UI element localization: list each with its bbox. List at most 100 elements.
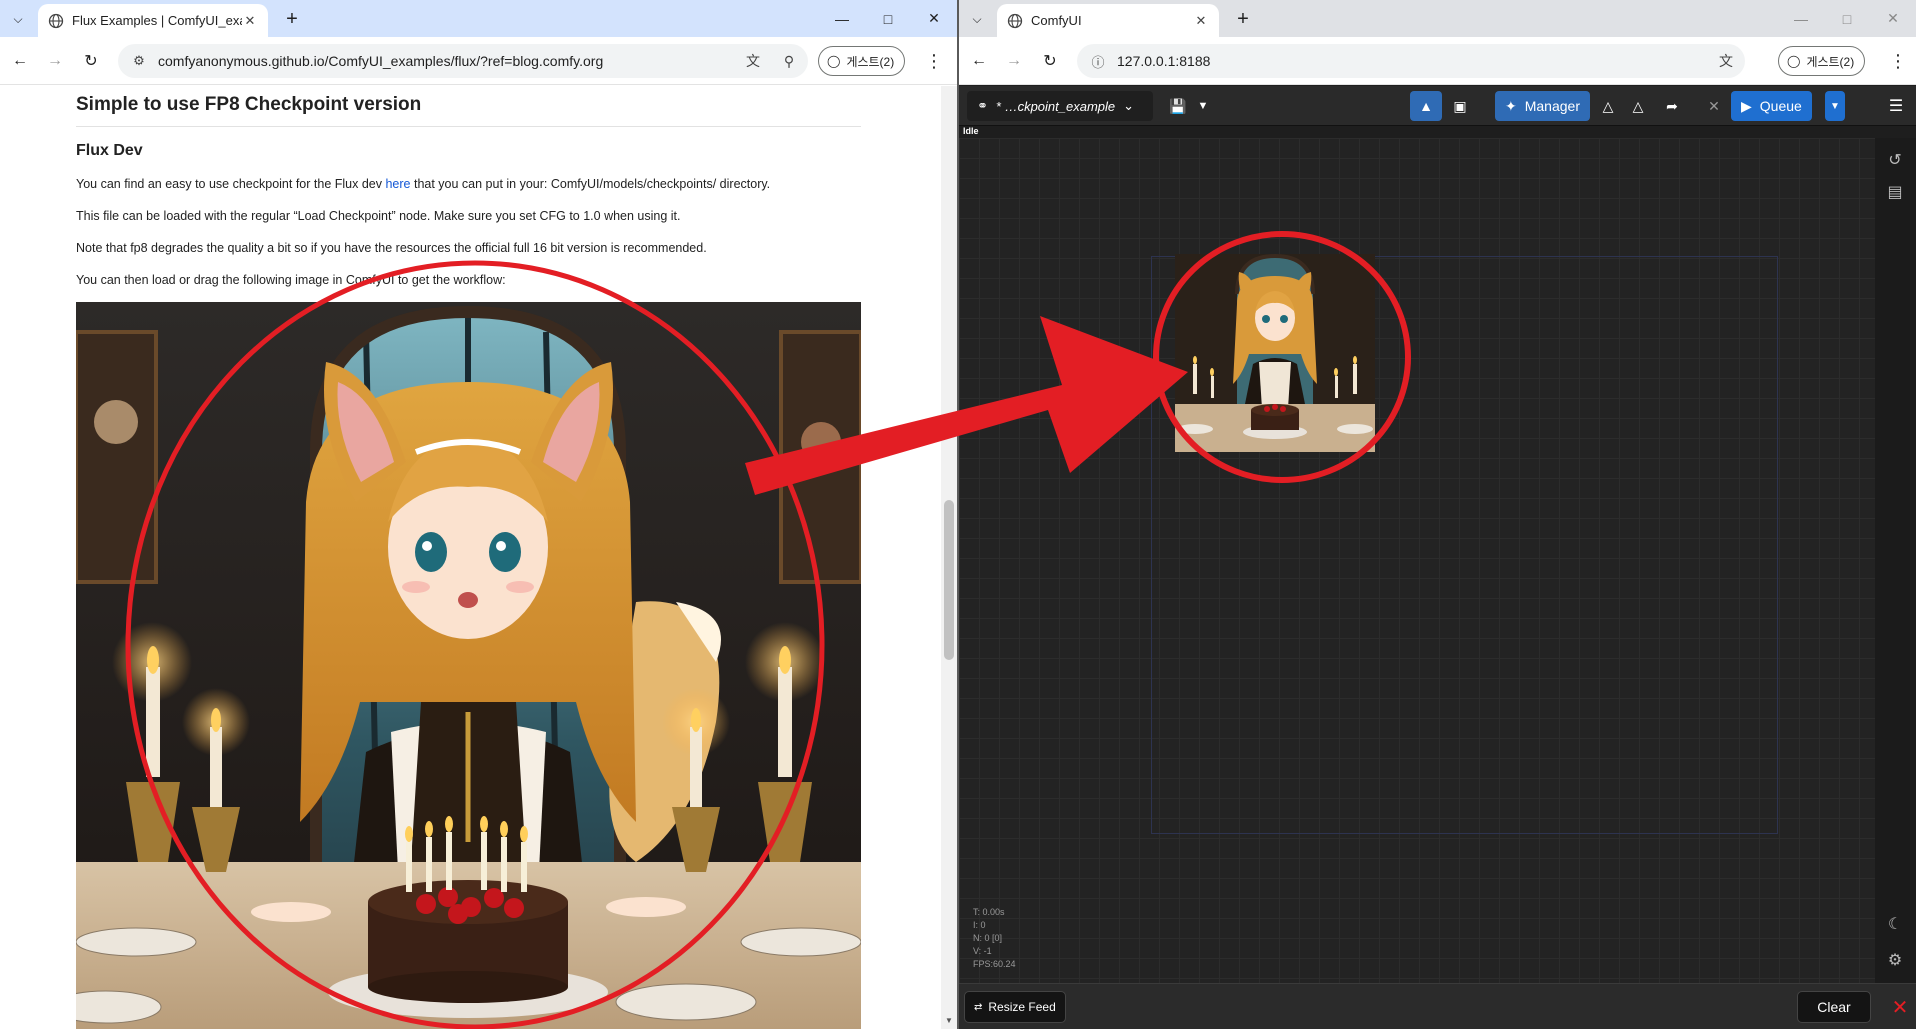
- address-bar[interactable]: ⚙ comfyanonymous.github.io/ComfyUI_examp…: [118, 44, 808, 78]
- close-icon[interactable]: ✕: [1884, 991, 1916, 1023]
- canvas-image-preview[interactable]: [1175, 254, 1375, 452]
- page-heading: Simple to use FP8 Checkpoint version: [76, 94, 861, 127]
- chevron-down-icon[interactable]: ▼: [1825, 91, 1845, 121]
- minimize-icon[interactable]: —: [1778, 0, 1824, 37]
- resize-feed-button[interactable]: ⇄ Resize Feed: [964, 991, 1066, 1023]
- stat-v: V: -1: [973, 946, 992, 956]
- scroll-down-icon[interactable]: ▼: [945, 1016, 953, 1025]
- tab-strip: ⌵ Flux Examples | ComfyUI_exam ✕ + — □ ✕: [0, 0, 957, 37]
- bookmark-icon[interactable]: ▣: [1447, 91, 1473, 121]
- node-canvas[interactable]: T: 0.00s I: 0 N: 0 [0] V: -1 FPS:60.24: [959, 138, 1875, 983]
- translate-icon[interactable]: 文: [1715, 50, 1737, 72]
- tab-dropdown-icon[interactable]: ⌵: [965, 7, 989, 31]
- save-icon[interactable]: 💾: [1165, 91, 1191, 121]
- plus-icon[interactable]: +: [280, 7, 304, 31]
- puzzle-icon: ✦: [1505, 97, 1517, 114]
- stat-time: T: 0.00s: [973, 907, 1005, 917]
- tab-title: Flux Examples | ComfyUI_exam: [72, 13, 242, 28]
- forward-icon[interactable]: →: [1002, 49, 1026, 73]
- workflow-example-image[interactable]: [76, 302, 861, 1029]
- close-icon[interactable]: ✕: [911, 0, 957, 37]
- here-link[interactable]: here: [385, 177, 410, 191]
- manager-button[interactable]: ✦ Manager: [1495, 91, 1590, 121]
- minimize-icon[interactable]: —: [819, 0, 865, 37]
- comfy-side-toolbar: ↺ ▤ ☾ ⚙: [1875, 138, 1916, 983]
- status-text: Idle: [963, 126, 979, 136]
- moon-icon[interactable]: ☾: [1885, 914, 1905, 934]
- paragraph-4: You can then load or drag the following …: [76, 273, 506, 287]
- queue-button[interactable]: ▶ Queue: [1731, 91, 1812, 121]
- close-icon[interactable]: ✕: [1701, 91, 1727, 121]
- forward-icon[interactable]: →: [43, 49, 67, 73]
- kebab-icon[interactable]: ⋮: [1886, 49, 1910, 73]
- tab-comfyui[interactable]: ComfyUI ✕: [997, 4, 1219, 37]
- close-icon[interactable]: ✕: [1193, 13, 1209, 29]
- info-icon[interactable]: ⓘ: [1089, 52, 1107, 70]
- model-icon[interactable]: △: [1595, 91, 1621, 121]
- chevron-down-icon[interactable]: ⌄: [1123, 98, 1134, 114]
- profile-label: 게스트(2): [1806, 54, 1855, 69]
- right-browser-window: ⌵ ComfyUI ✕ + — □ ✕ ← → ↻ ⓘ 127.0.0.1:81…: [959, 0, 1916, 1029]
- address-bar[interactable]: ⓘ 127.0.0.1:8188 文: [1077, 44, 1745, 78]
- tab-flux-examples[interactable]: Flux Examples | ComfyUI_exam ✕: [38, 4, 268, 37]
- resize-feed-label: Resize Feed: [988, 1000, 1056, 1014]
- list-icon[interactable]: ▤: [1885, 182, 1905, 202]
- globe-icon: [1007, 13, 1023, 29]
- window-controls: — □ ✕: [819, 0, 957, 37]
- manager-label: Manager: [1524, 98, 1580, 114]
- paragraph-3: Note that fp8 degrades the quality a bit…: [76, 241, 707, 255]
- back-icon[interactable]: ←: [967, 49, 991, 73]
- reload-icon[interactable]: ↻: [1038, 49, 1062, 73]
- workflow-tab[interactable]: ⚭ * …ckpoint_example ⌄: [967, 91, 1153, 121]
- clear-button[interactable]: Clear: [1797, 991, 1871, 1023]
- chevron-down-icon[interactable]: ▼: [1193, 91, 1213, 121]
- comfy-menubar: ⚭ * …ckpoint_example ⌄ 💾 ▼ ▲ ▣ ✦ Manager…: [959, 86, 1916, 126]
- profile-icon: ◯: [827, 54, 841, 68]
- url-text: comfyanonymous.github.io/ComfyUI_example…: [158, 53, 604, 69]
- window-controls: — □ ✕: [1778, 0, 1916, 37]
- history-icon[interactable]: ↺: [1885, 150, 1905, 170]
- page-content: Simple to use FP8 Checkpoint version Flu…: [0, 86, 941, 1029]
- share-icon: ⚭: [977, 98, 988, 113]
- maximize-icon[interactable]: □: [1824, 0, 1870, 37]
- zoom-icon[interactable]: ⚲: [778, 50, 800, 72]
- tab-dropdown-icon[interactable]: ⌵: [6, 7, 30, 31]
- close-icon[interactable]: ✕: [242, 13, 258, 29]
- translate-icon[interactable]: 文: [742, 50, 764, 72]
- profile-icon: ◯: [1787, 54, 1801, 68]
- left-browser-window: ⌵ Flux Examples | ComfyUI_exam ✕ + — □ ✕…: [0, 0, 957, 1029]
- comfy-bottom-bar: ⇄ Resize Feed Clear ✕: [959, 983, 1916, 1029]
- play-icon: ▶: [1741, 97, 1752, 114]
- kebab-icon[interactable]: ⋮: [922, 49, 946, 73]
- tab-strip: ⌵ ComfyUI ✕ + — □ ✕: [959, 0, 1916, 37]
- gear-icon[interactable]: ⚙: [1885, 950, 1905, 970]
- paragraph-2: This file can be loaded with the regular…: [76, 209, 681, 223]
- site-info-icon[interactable]: ⚙: [130, 52, 148, 70]
- logo-icon[interactable]: ▲: [1410, 91, 1442, 121]
- back-icon[interactable]: ←: [8, 49, 32, 73]
- stat-i: I: 0: [973, 920, 986, 930]
- queue-label: Queue: [1759, 98, 1802, 114]
- hamburger-menu-icon[interactable]: ☰: [1883, 91, 1909, 121]
- canvas-stats: T: 0.00s I: 0 N: 0 [0] V: -1 FPS:60.24: [973, 906, 1016, 971]
- profile-button[interactable]: ◯ 게스트(2): [818, 46, 906, 76]
- section-heading: Flux Dev: [76, 142, 143, 159]
- workflow-name: * …ckpoint_example: [995, 98, 1116, 114]
- close-icon[interactable]: ✕: [1870, 0, 1916, 37]
- paragraph-1: You can find an easy to use checkpoint f…: [76, 177, 771, 191]
- share-arrow-icon[interactable]: ➦: [1659, 91, 1685, 121]
- stat-fps: FPS:60.24: [973, 959, 1016, 969]
- tab-title: ComfyUI: [1031, 13, 1082, 28]
- browser-toolbar: ← → ↻ ⚙ comfyanonymous.github.io/ComfyUI…: [0, 37, 957, 85]
- stat-n: N: 0 [0]: [973, 933, 1003, 943]
- browser-toolbar: ← → ↻ ⓘ 127.0.0.1:8188 文 ◯ 게스트(2) ⋮: [959, 37, 1916, 85]
- model-refresh-icon[interactable]: △: [1625, 91, 1651, 121]
- globe-icon: [48, 13, 64, 29]
- maximize-icon[interactable]: □: [865, 0, 911, 37]
- reload-icon[interactable]: ↻: [79, 49, 103, 73]
- scrollbar-thumb[interactable]: [944, 500, 954, 660]
- profile-button[interactable]: ◯ 게스트(2): [1778, 46, 1866, 76]
- resize-icon: ⇄: [974, 1001, 983, 1013]
- page-scrollbar[interactable]: ▼: [941, 86, 957, 1029]
- plus-icon[interactable]: +: [1231, 7, 1255, 31]
